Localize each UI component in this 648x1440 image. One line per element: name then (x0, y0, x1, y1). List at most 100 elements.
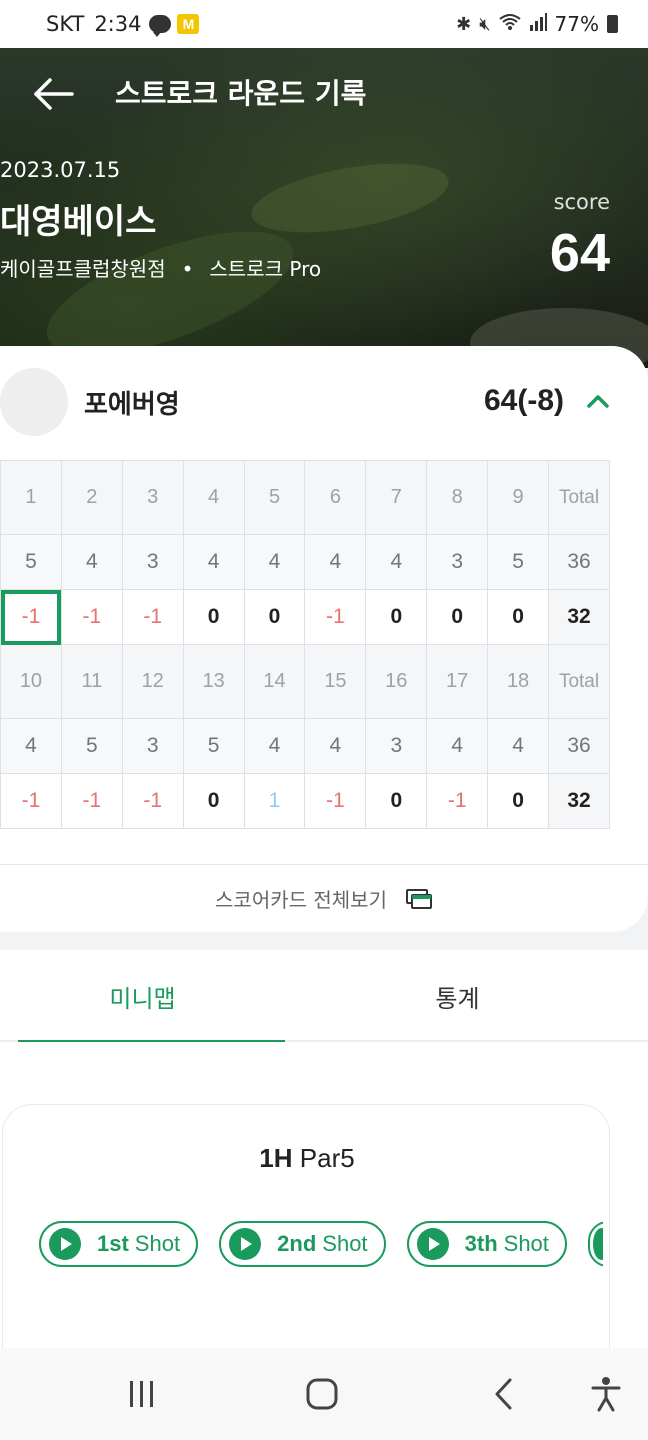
score-total-cell: 32 (548, 589, 610, 645)
score-cell[interactable]: 0 (487, 773, 550, 829)
score-value: 64 (549, 223, 610, 283)
full-view-label: 스코어카드 전체보기 (215, 888, 387, 912)
shot-button[interactable]: 2nd Shot (219, 1221, 386, 1267)
score-cell[interactable]: -1 (121, 773, 184, 829)
play-icon (229, 1228, 262, 1260)
hole-par: Par5 (299, 1143, 355, 1173)
scorecard-full-view-button[interactable]: 스코어카드 전체보기 (0, 864, 648, 932)
back-score-row: -1 -1 -1 0 1 -1 0 -1 0 32 (0, 773, 610, 829)
par-cell: 4 (426, 718, 489, 774)
shot-number: 2nd (277, 1231, 317, 1256)
shot-button[interactable]: 1st Shot (39, 1221, 199, 1267)
hole-cell: 1 (0, 460, 62, 535)
shot-button[interactable]: 3th Shot (406, 1221, 567, 1267)
shot-label: Shot (134, 1231, 181, 1256)
par-cell: 5 (60, 718, 123, 774)
par-cell: 5 (0, 534, 62, 590)
par-cell: 4 (243, 534, 306, 590)
par-cell: 3 (121, 718, 184, 774)
tab-minimap[interactable]: 미니맵 (0, 950, 285, 1044)
score-label: score (553, 190, 610, 214)
shot-list: 1st Shot 2nd Shot 3th Shot (39, 1221, 603, 1269)
score-cell[interactable]: -1 (60, 589, 123, 645)
score-cell[interactable]: 0 (426, 589, 489, 645)
par-cell: 4 (304, 718, 367, 774)
mute-icon: 🔇︎ (479, 13, 491, 35)
par-cell: 4 (365, 534, 428, 590)
player-name: 포에버영 (84, 390, 180, 420)
par-cell: 4 (304, 534, 367, 590)
carrier-label: SKT (46, 12, 85, 36)
store-name: 케이골프클럽창원점 (0, 257, 166, 281)
scorecard-icon (405, 888, 432, 909)
score-cell[interactable]: -1 (426, 773, 489, 829)
chevron-up-icon[interactable] (586, 392, 610, 410)
clock: 2:34 (94, 12, 142, 36)
score-cell[interactable]: 0 (182, 773, 245, 829)
shot-number: 1st (97, 1231, 129, 1256)
back-icon (495, 1378, 512, 1410)
score-cell[interactable]: 0 (487, 589, 550, 645)
scorecard-table: 1 2 3 4 5 6 7 8 9 Total 5 4 3 4 4 4 4 3 … (0, 460, 610, 829)
hole-title: 1H Par5 (3, 1143, 609, 1174)
separator: • (181, 257, 194, 281)
total-header-cell: Total (548, 644, 610, 719)
par-cell: 4 (243, 718, 306, 774)
hole-cell: 4 (182, 460, 245, 535)
game-mode: 스트로크 Pro (209, 257, 322, 281)
recent-apps-icon (130, 1381, 153, 1407)
play-icon (593, 1228, 603, 1260)
score-cell[interactable]: 0 (243, 589, 306, 645)
accessibility-button[interactable] (586, 1374, 626, 1414)
store-mode-line: 케이골프클럽창원점 • 스트로크 Pro (0, 252, 330, 286)
par-cell: 3 (426, 534, 489, 590)
hole-cell: 14 (243, 644, 306, 719)
m-notification-icon: M (177, 14, 200, 34)
hole-cell: 12 (121, 644, 184, 719)
accessibility-icon (591, 1377, 621, 1412)
par-cell: 4 (60, 534, 123, 590)
score-cell[interactable]: 1 (243, 773, 306, 829)
par-cell: 3 (365, 718, 428, 774)
score-cell[interactable]: -1 (0, 773, 62, 829)
hole-cell: 17 (426, 644, 489, 719)
back-hole-row: 10 11 12 13 14 15 16 17 18 Total (0, 644, 610, 719)
score-cell[interactable]: -1 (304, 773, 367, 829)
total-header-cell: Total (548, 460, 610, 535)
shot-label: Shot (503, 1231, 549, 1256)
score-cell[interactable]: -1 (304, 589, 367, 645)
shot-button-partial[interactable] (588, 1221, 603, 1267)
par-cell: 5 (487, 534, 550, 590)
back-button[interactable] (28, 74, 78, 114)
battery-percent: 77% (554, 12, 599, 36)
status-bar: SKT 2:34 M ✱ 🔇︎ 77% (0, 0, 648, 48)
back-par-row: 4 5 3 5 4 4 3 4 4 36 (0, 718, 610, 774)
shot-label: Shot (322, 1231, 368, 1256)
signal-icon (529, 12, 547, 36)
hole-cell: 16 (365, 644, 428, 719)
score-cell[interactable]: -1 (121, 589, 184, 645)
bluetooth-icon: ✱ (456, 13, 472, 35)
hole-cell: 13 (182, 644, 245, 719)
tab-statistics[interactable]: 통계 (285, 950, 630, 1042)
score-cell-selected[interactable]: -1 (0, 589, 62, 645)
home-button[interactable] (302, 1374, 342, 1414)
shot-number: 3th (464, 1231, 498, 1256)
score-total-cell: 32 (548, 773, 610, 829)
score-cell[interactable]: 0 (182, 589, 245, 645)
hole-cell: 2 (60, 460, 123, 535)
back-nav-button[interactable] (484, 1374, 524, 1414)
hole-cell: 7 (365, 460, 428, 535)
score-cell[interactable]: 0 (365, 773, 428, 829)
front-score-row: -1 -1 -1 0 0 -1 0 0 0 32 (0, 589, 610, 645)
hole-cell: 5 (243, 460, 306, 535)
front-par-row: 5 4 3 4 4 4 4 3 5 36 (0, 534, 610, 590)
recent-apps-button[interactable] (122, 1374, 162, 1414)
score-cell[interactable]: -1 (60, 773, 123, 829)
hole-number: 1H (259, 1143, 293, 1173)
front-hole-row: 1 2 3 4 5 6 7 8 9 Total (0, 460, 610, 535)
play-icon (49, 1228, 81, 1260)
par-total-cell: 36 (548, 534, 610, 590)
score-cell[interactable]: 0 (365, 589, 428, 645)
tab-bar: 미니맵 통계 (0, 950, 648, 1044)
